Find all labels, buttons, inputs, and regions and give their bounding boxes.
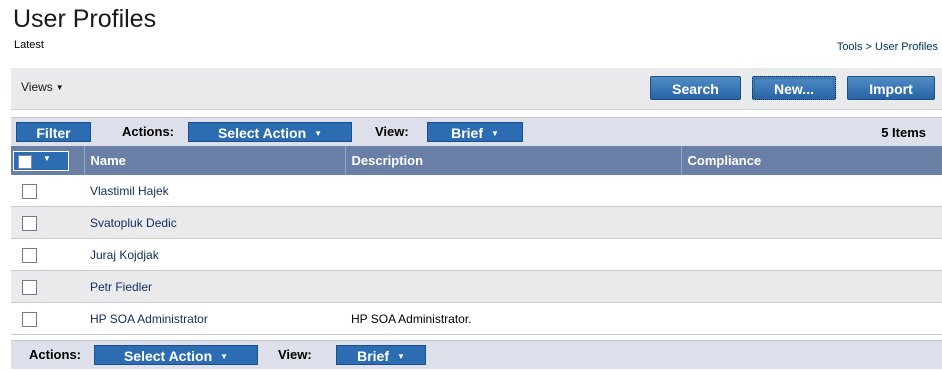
view-label: View:	[375, 124, 409, 139]
filter-bar: Filter Actions: Select Action ▼ View: Bri…	[11, 117, 942, 147]
chevron-down-icon: ▼	[314, 129, 323, 138]
actions-select-value: Select Action	[123, 348, 213, 364]
new-button[interactable]: New...	[752, 76, 836, 100]
profile-name-link[interactable]: Vlastimil Hajek	[90, 184, 169, 198]
view-label: View:	[278, 347, 312, 362]
actions-label: Actions:	[122, 124, 174, 139]
name-cell: Vlastimil Hajek	[84, 175, 345, 207]
view-select-value: Brief	[357, 348, 389, 364]
row-checkbox[interactable]	[22, 183, 37, 199]
name-cell: HP SOA Administrator	[84, 302, 345, 335]
table-header-row: ▼ Name Description Compliance	[11, 146, 942, 175]
name-cell: Petr Fiedler	[84, 270, 345, 303]
search-button[interactable]: Search	[650, 76, 741, 100]
row-checkbox[interactable]	[22, 311, 37, 327]
description-cell	[345, 238, 681, 271]
chevron-down-icon: ▼	[490, 129, 499, 138]
filter-button[interactable]: Filter	[16, 122, 91, 142]
row-checkbox-cell	[11, 302, 84, 335]
table-row: Vlastimil Hajek	[11, 175, 942, 207]
compliance-cell	[681, 302, 942, 335]
profile-name-link[interactable]: Svatopluk Dedic	[90, 216, 177, 230]
checkbox-icon	[18, 155, 32, 169]
table-row: Svatopluk Dedic	[11, 206, 942, 239]
page-subtitle: Latest	[14, 39, 44, 51]
description-cell	[345, 270, 681, 303]
actions-label: Actions:	[29, 347, 81, 362]
actions-select[interactable]: Select Action ▼	[188, 122, 352, 142]
row-checkbox[interactable]	[22, 247, 37, 263]
profile-name-link[interactable]: HP SOA Administrator	[90, 312, 208, 326]
table-row: Juraj Kojdjak	[11, 238, 942, 271]
chevron-down-icon: ▼	[220, 352, 229, 361]
description-cell	[345, 206, 681, 239]
actions-select-value: Select Action	[217, 125, 307, 141]
row-checkbox-cell	[11, 206, 84, 239]
select-all-header: ▼	[11, 146, 85, 175]
chevron-down-icon: ▼	[55, 83, 64, 92]
table-row: Petr Fiedler	[11, 270, 942, 303]
row-checkbox-cell	[11, 175, 84, 207]
row-checkbox-cell	[11, 270, 84, 303]
description-cell	[345, 175, 681, 207]
row-checkbox[interactable]	[22, 215, 37, 231]
row-checkbox[interactable]	[22, 279, 37, 295]
chevron-down-icon: ▼	[396, 352, 405, 361]
profile-name-link[interactable]: Petr Fiedler	[90, 280, 152, 294]
compliance-cell	[681, 238, 942, 271]
profile-name-link[interactable]: Juraj Kojdjak	[90, 248, 159, 262]
compliance-cell	[681, 206, 942, 239]
name-cell: Juraj Kojdjak	[84, 238, 345, 271]
row-checkbox-cell	[11, 238, 84, 271]
views-menu[interactable]: Views ▼	[21, 80, 64, 94]
toolbar: Views ▼ Search New... Import	[11, 68, 942, 110]
chevron-down-icon: ▼	[43, 154, 51, 163]
items-count: 5 Items	[881, 125, 926, 140]
select-all-checkbox[interactable]: ▼	[13, 151, 69, 171]
import-button[interactable]: Import	[847, 76, 935, 100]
actions-select[interactable]: Select Action ▼	[94, 345, 258, 365]
views-label: Views	[21, 80, 53, 94]
bottom-action-bar: Actions: Select Action ▼ View: Brief ▼	[11, 340, 942, 369]
column-header-name[interactable]: Name	[84, 146, 346, 175]
description-cell: HP SOA Administrator.	[345, 302, 681, 335]
column-header-compliance[interactable]: Compliance	[681, 146, 942, 175]
view-select[interactable]: Brief ▼	[336, 345, 426, 365]
view-select[interactable]: Brief ▼	[427, 122, 523, 142]
column-header-description[interactable]: Description	[345, 146, 682, 175]
page-title: User Profiles	[13, 5, 157, 33]
table-row: HP SOA Administrator HP SOA Administrato…	[11, 302, 942, 335]
profiles-table: ▼ Name Description Compliance Vlastimil …	[11, 146, 942, 335]
breadcrumb[interactable]: Tools > User Profiles	[837, 40, 938, 54]
compliance-cell	[681, 270, 942, 303]
compliance-cell	[681, 175, 942, 207]
name-cell: Svatopluk Dedic	[84, 206, 345, 239]
view-select-value: Brief	[451, 125, 483, 141]
